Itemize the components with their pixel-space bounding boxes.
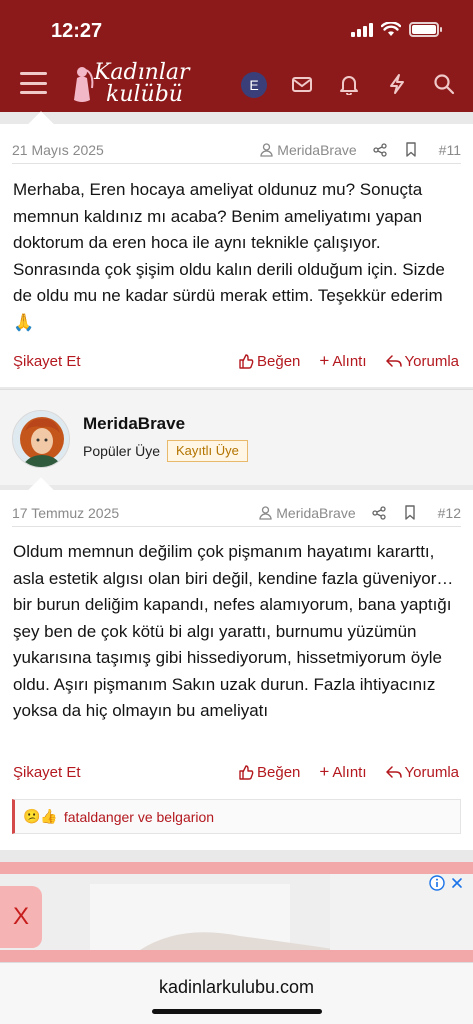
- report-button[interactable]: Şikayet Et: [13, 353, 219, 370]
- thumbs-up-icon: [239, 765, 254, 780]
- reply-button[interactable]: Yorumla: [385, 352, 459, 370]
- post-body: Merhaba, Eren hocaya ameliyat oldunuz mu…: [13, 180, 445, 332]
- merida-avatar-icon: [13, 411, 69, 467]
- user-avatar[interactable]: E: [241, 72, 267, 98]
- user-name[interactable]: MeridaBrave: [83, 414, 185, 434]
- thumbs-up-icon: [239, 354, 254, 369]
- info-icon[interactable]: [429, 875, 445, 891]
- ad-photo: [0, 874, 473, 950]
- wifi-icon: [381, 22, 401, 36]
- report-button[interactable]: Şikayet Et: [13, 764, 219, 781]
- share-icon[interactable]: [373, 142, 387, 157]
- reply-icon: [385, 766, 402, 778]
- user-info-block: MeridaBrave Popüler Üye Kayıtlı Üye: [0, 389, 473, 485]
- home-indicator[interactable]: [152, 1009, 322, 1014]
- close-icon[interactable]: [449, 875, 465, 891]
- like-label: Beğen: [257, 352, 301, 370]
- post-body: Oldum memnun değilim çok pişmanım hayatı…: [13, 542, 454, 720]
- like-button[interactable]: Beğen: [238, 353, 300, 370]
- card-pointer: [28, 111, 54, 137]
- user-role-badge: Kayıtlı Üye: [167, 440, 248, 462]
- user-icon: [260, 142, 273, 157]
- cellular-signal-icon: [351, 22, 373, 37]
- quote-button[interactable]: + Alıntı: [319, 762, 366, 782]
- quote-label: Alıntı: [332, 763, 367, 781]
- share-icon[interactable]: [371, 505, 386, 520]
- post-card: 21 Mayıs 2025 MeridaBrave #11 Merhaba, E…: [0, 111, 473, 387]
- reaction-emojis: 😕👍: [23, 808, 58, 824]
- user-avatar-image[interactable]: [12, 410, 70, 468]
- user-icon: [259, 505, 272, 520]
- reply-icon: [385, 355, 402, 367]
- post-actions: Şikayet Et Beğen + Alıntı Yorumla: [13, 760, 459, 784]
- quote-label: Alıntı: [332, 352, 367, 370]
- app-header: 12:27 Kadınlar kulübü E: [0, 0, 473, 112]
- post-date[interactable]: 17 Temmuz 2025: [12, 505, 259, 521]
- status-icons: [351, 22, 442, 37]
- post-date[interactable]: 21 Mayıs 2025: [12, 142, 260, 158]
- bell-icon[interactable]: [338, 73, 360, 95]
- mail-icon[interactable]: [291, 73, 313, 95]
- post-author-name: MeridaBrave: [277, 141, 357, 158]
- reply-label: Yorumla: [404, 352, 459, 370]
- post-author[interactable]: MeridaBrave: [259, 504, 356, 521]
- post-number[interactable]: #11: [439, 142, 461, 158]
- browser-url[interactable]: kadinlarkulubu.com: [0, 977, 473, 998]
- ad-close-button[interactable]: X: [0, 886, 42, 948]
- status-time: 12:27: [51, 20, 103, 42]
- nav-bar: Kadınlar kulübü E: [0, 60, 473, 110]
- reply-button[interactable]: Yorumla: [385, 763, 459, 781]
- plus-icon: +: [319, 351, 330, 370]
- bookmark-icon[interactable]: [404, 505, 416, 520]
- plus-icon: +: [319, 762, 330, 781]
- site-logo[interactable]: Kadınlar kulübü: [66, 60, 190, 110]
- like-label: Beğen: [257, 763, 301, 781]
- post-meta: 21 Mayıs 2025 MeridaBrave #11: [12, 136, 461, 164]
- reaction-summary[interactable]: 😕👍 fataldanger ve belgarion: [12, 799, 461, 834]
- ad-info[interactable]: [429, 875, 465, 891]
- like-button[interactable]: Beğen: [238, 764, 300, 781]
- reaction-users[interactable]: fataldanger ve belgarion: [64, 809, 214, 825]
- logo-text-line2: kulübü: [106, 82, 183, 107]
- search-icon[interactable]: [433, 73, 455, 95]
- quote-button[interactable]: + Alıntı: [319, 351, 366, 371]
- menu-icon[interactable]: [20, 72, 47, 94]
- lightning-icon[interactable]: [386, 73, 408, 95]
- post-meta: 17 Temmuz 2025 MeridaBrave #12: [12, 499, 461, 527]
- post-author[interactable]: MeridaBrave: [260, 141, 357, 158]
- battery-icon: [409, 22, 442, 37]
- user-title: Popüler Üye: [83, 443, 161, 459]
- post-author-name: MeridaBrave: [276, 504, 356, 521]
- ad-image[interactable]: [0, 874, 473, 950]
- reply-label: Yorumla: [404, 763, 459, 781]
- post-number[interactable]: #12: [438, 505, 461, 521]
- post-card: 17 Temmuz 2025 MeridaBrave #12 Oldum mem…: [0, 477, 473, 850]
- post-actions: Şikayet Et Beğen + Alıntı Yorumla: [13, 349, 459, 373]
- ad-banner[interactable]: X: [0, 862, 473, 962]
- bookmark-icon[interactable]: [405, 142, 417, 157]
- browser-bar: kadinlarkulubu.com: [0, 962, 473, 1024]
